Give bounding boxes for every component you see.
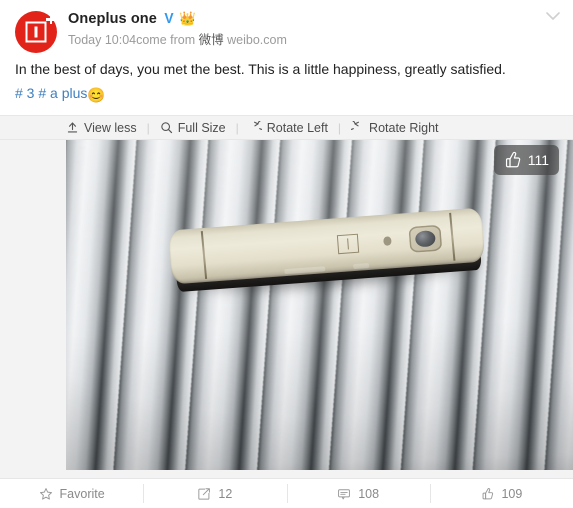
media-toolbar: View less | Full Size | Rotate Left | Ro… bbox=[0, 115, 573, 140]
source-prefix: come from bbox=[136, 33, 199, 47]
hashtag-link[interactable]: # 3 # a plus bbox=[15, 85, 87, 101]
post-time: Today 10:04 bbox=[68, 33, 137, 47]
thumbs-up-icon bbox=[505, 151, 520, 168]
toolbar-separator: | bbox=[146, 120, 150, 135]
weibo-post-card: Oneplus one V 👑 Today 10:04come from 微博 … bbox=[0, 0, 573, 508]
post-body: In the best of days, you met the best. T… bbox=[0, 59, 573, 115]
post-meta: Today 10:04come from 微博 weibo.com bbox=[68, 32, 561, 48]
comment-count: 108 bbox=[358, 486, 380, 501]
antenna-line-left bbox=[200, 231, 208, 279]
star-icon bbox=[39, 487, 52, 500]
thumbs-up-icon bbox=[483, 487, 494, 499]
camera-module-icon bbox=[408, 224, 443, 254]
rotate-left-label: Rotate Left bbox=[266, 120, 328, 135]
rotate-right-icon bbox=[351, 121, 360, 130]
full-size-label: Full Size bbox=[177, 120, 226, 135]
chevron-down-icon[interactable] bbox=[543, 6, 563, 26]
rotate-left-button[interactable]: Rotate Left bbox=[249, 121, 328, 135]
photo-like-overlay[interactable]: 111 bbox=[493, 145, 559, 175]
like-count: 109 bbox=[501, 486, 523, 501]
post-photo[interactable]: 111 bbox=[66, 140, 573, 470]
oneplus-logo-icon bbox=[336, 234, 359, 255]
avatar[interactable] bbox=[15, 11, 57, 53]
verified-v-icon[interactable]: V bbox=[164, 11, 173, 26]
full-size-button[interactable]: Full Size bbox=[160, 121, 226, 135]
comment-button[interactable]: 108 bbox=[286, 479, 430, 508]
corrugated-background bbox=[66, 140, 573, 470]
source-name[interactable]: 微博 bbox=[199, 33, 224, 47]
post-tags: # 3 # a plus😊 bbox=[15, 82, 561, 107]
share-count: 12 bbox=[218, 486, 233, 501]
favorite-button[interactable]: Favorite bbox=[0, 479, 143, 508]
comment-icon bbox=[338, 488, 351, 499]
post-text: In the best of days, you met the best. T… bbox=[15, 61, 506, 77]
post-header: Oneplus one V 👑 Today 10:04come from 微博 … bbox=[0, 0, 573, 59]
rotate-right-label: Rotate Right bbox=[369, 120, 439, 135]
name-row: Oneplus one V 👑 bbox=[68, 9, 561, 28]
media-area: 111 bbox=[0, 140, 573, 478]
post-action-bar: Favorite 12 108 109 bbox=[0, 478, 573, 508]
power-button bbox=[353, 263, 370, 270]
volume-button bbox=[284, 266, 326, 275]
crown-badge-icon[interactable]: 👑 bbox=[179, 12, 196, 26]
rotate-left-icon bbox=[253, 121, 262, 130]
view-less-label: View less bbox=[84, 120, 137, 135]
camera-flash-icon bbox=[383, 236, 392, 247]
collapse-up-icon bbox=[67, 122, 78, 133]
toolbar-separator: | bbox=[337, 120, 342, 135]
author-name[interactable]: Oneplus one bbox=[68, 10, 157, 28]
rotate-right-button[interactable]: Rotate Right bbox=[351, 120, 439, 135]
oneplus-logo-icon bbox=[25, 21, 47, 43]
toolbar-separator: | bbox=[235, 120, 239, 135]
magnifier-icon bbox=[161, 122, 172, 134]
header-text-block: Oneplus one V 👑 Today 10:04come from 微博 … bbox=[68, 9, 561, 48]
favorite-label: Favorite bbox=[59, 486, 105, 501]
share-icon bbox=[198, 487, 211, 500]
source-domain[interactable]: weibo.com bbox=[227, 33, 287, 47]
view-less-button[interactable]: View less bbox=[66, 121, 137, 135]
oneplus-plus-icon-bar bbox=[46, 18, 56, 21]
antenna-line-right bbox=[449, 213, 456, 261]
smiling-face-emoji: 😊 bbox=[87, 88, 106, 104]
share-button[interactable]: 12 bbox=[143, 479, 286, 508]
photo-like-count: 111 bbox=[527, 152, 549, 168]
like-button[interactable]: 109 bbox=[429, 479, 573, 508]
